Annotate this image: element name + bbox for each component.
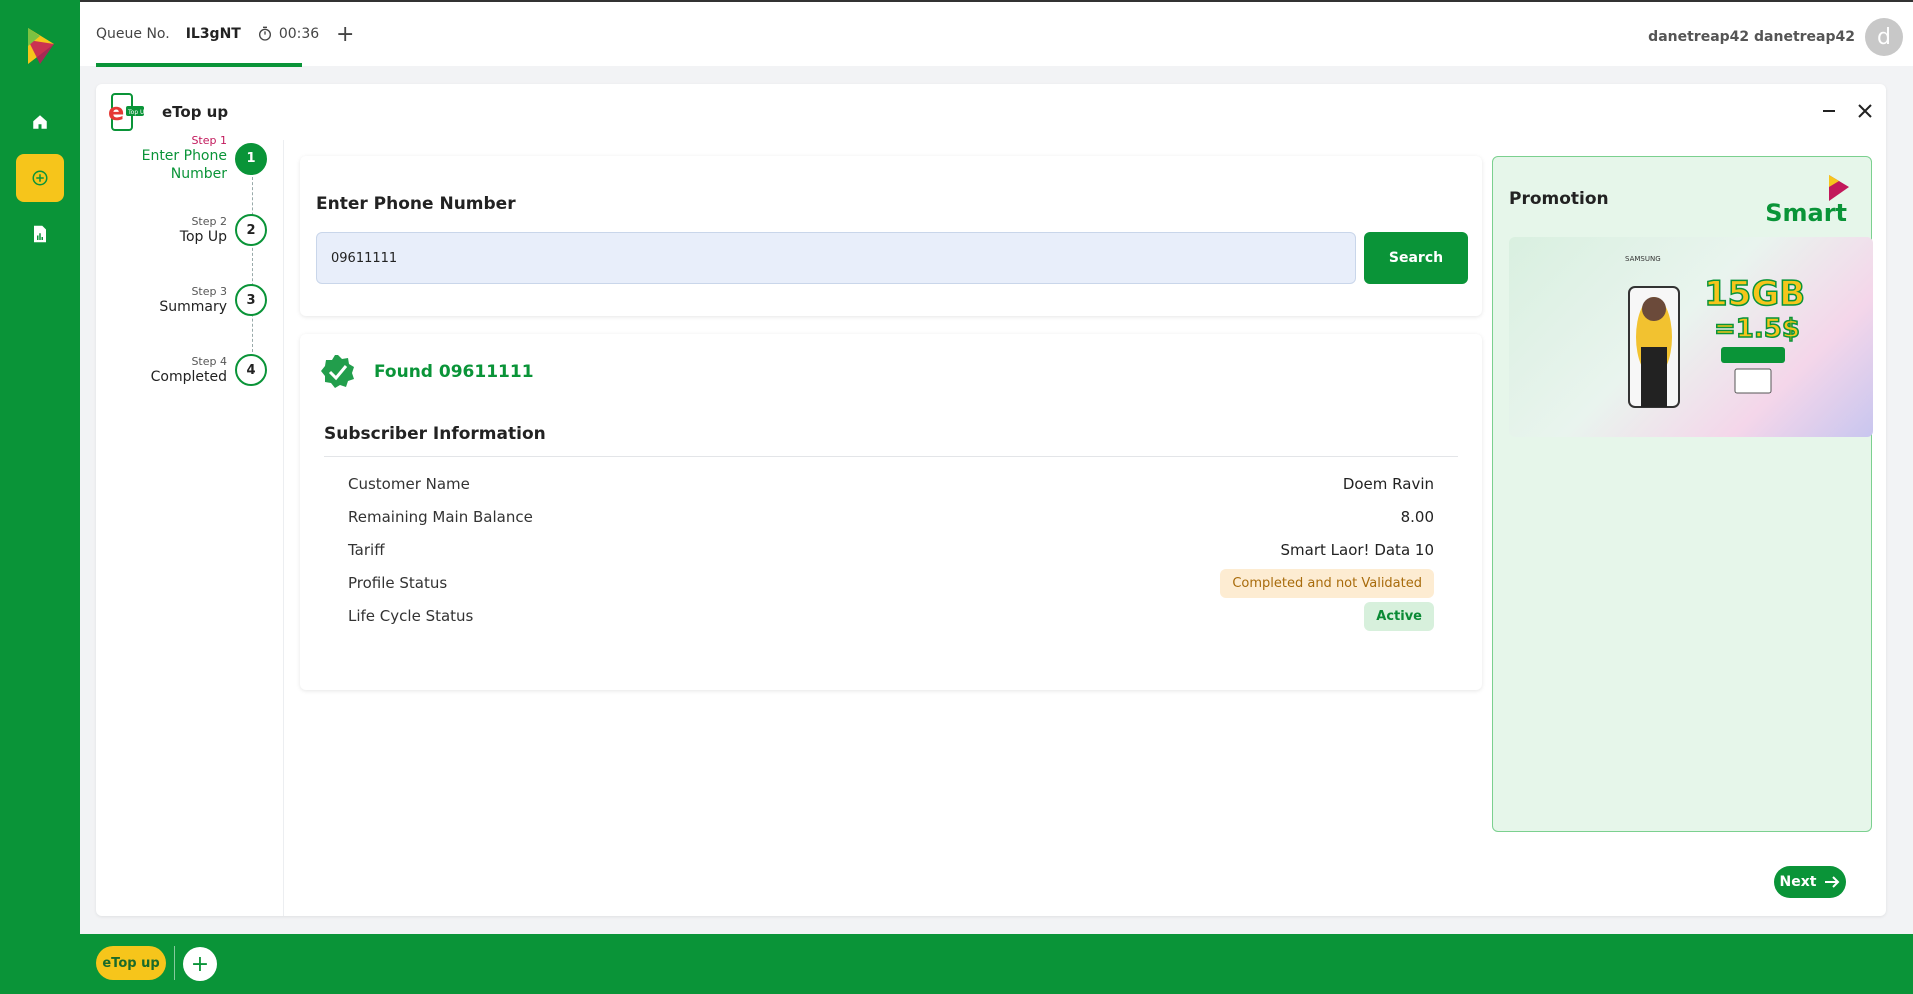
status-badge: Completed and not Validated [1220, 568, 1434, 598]
step-indicator: 1 [235, 142, 267, 175]
step-number: Step 1 [191, 134, 227, 147]
avatar: d [1865, 18, 1903, 56]
close-icon [1858, 104, 1872, 118]
add-task-button[interactable]: + [183, 947, 217, 981]
banner-price: =1.5$ [1714, 314, 1800, 344]
banner-headline: 15GB [1704, 274, 1805, 314]
window-header: e Top Up eTop up [106, 92, 228, 132]
window-title: eTop up [162, 103, 229, 121]
info-label: Tariff [348, 541, 385, 559]
home-icon [33, 115, 47, 129]
step-4[interactable]: Step 4 Completed 4 [151, 354, 267, 386]
info-label: Profile Status [348, 574, 448, 592]
phone-heading: Enter Phone Number [316, 194, 516, 214]
found-status: Found 09611111 [320, 354, 534, 390]
info-row-tariff: Tariff Smart Laor! Data 10 [348, 538, 1434, 562]
step-2[interactable]: Step 2 Top Up 2 [180, 214, 267, 246]
step-indicator: 2 [235, 214, 267, 246]
info-label: Customer Name [348, 475, 470, 493]
user-menu[interactable]: danetreap42 danetreap42 d [1648, 18, 1903, 56]
search-button[interactable]: Search [1364, 232, 1468, 284]
stepper-connector [252, 172, 253, 352]
step-3[interactable]: Step 3 Summary 3 [159, 284, 267, 316]
queue-label: Queue No. [96, 26, 170, 42]
promotion-banner[interactable]: SAMSUNG 15GB =1.5$ [1509, 237, 1873, 437]
info-value: Doem Ravin [1342, 475, 1434, 493]
step-label: Summary [159, 298, 227, 315]
verified-check-icon [321, 355, 354, 388]
found-text: Found 09611111 [374, 362, 534, 382]
step-number: Step 3 [191, 284, 227, 298]
queue-timer: 00:36 [257, 26, 319, 42]
info-value: Smart Laor! Data 10 [1280, 541, 1435, 559]
info-row-balance: Remaining Main Balance 8.00 [348, 505, 1434, 529]
info-value: 8.00 [1400, 508, 1434, 526]
username: danetreap42 danetreap42 [1648, 29, 1855, 45]
step-indicator: 4 [235, 354, 267, 386]
info-row-profile-status: Profile Status Completed and not Validat… [348, 568, 1434, 598]
stepper: Step 1 Enter Phone Number 1 Step 2 Top U… [96, 134, 284, 916]
nav-new-transaction-button[interactable] [16, 154, 64, 202]
etopup-app-icon: e Top Up [108, 93, 146, 131]
promotion-panel: Promotion Smart SAMSUNG 15GB =1.5$ [1492, 156, 1873, 832]
status-badge: Active [1364, 601, 1434, 631]
add-queue-button[interactable]: + [336, 22, 354, 47]
step-label: Enter Phone [141, 148, 227, 164]
banner-samsung: SAMSUNG [1625, 255, 1661, 263]
task-tab-etopup[interactable]: eTop up [96, 946, 166, 980]
info-label: Remaining Main Balance [348, 508, 533, 526]
plus-icon: + [336, 22, 355, 47]
brand-logo-icon [28, 28, 54, 64]
arrow-right-icon [1825, 876, 1840, 888]
taskbar-divider [174, 946, 175, 980]
next-button[interactable]: Next [1774, 866, 1846, 898]
add-circle-icon [32, 170, 48, 186]
nav-report-button[interactable] [16, 210, 64, 258]
step-label-line2: Number [170, 166, 227, 182]
svg-text:e: e [108, 98, 124, 126]
promotion-title: Promotion [1509, 189, 1609, 209]
etopup-window: e Top Up eTop up Step 1 Enter Phone Numb… [96, 84, 1886, 916]
nav-home-button[interactable] [16, 98, 64, 146]
step-number: Step 4 [191, 354, 227, 368]
plus-icon: + [190, 951, 210, 977]
timer-icon [258, 26, 271, 41]
divider [324, 456, 1458, 457]
report-icon [34, 225, 46, 243]
step-number: Step 2 [191, 214, 227, 228]
step-1[interactable]: Step 1 Enter Phone Number 1 [142, 134, 267, 183]
info-row-customer-name: Customer Name Doem Ravin [348, 472, 1434, 496]
step-label: Completed [150, 368, 227, 385]
taskbar: eTop up + [0, 934, 1913, 994]
phone-number-input[interactable] [316, 232, 1356, 284]
subscriber-result-panel: Found 09611111 Subscriber Information Cu… [300, 334, 1482, 690]
top-bar: Queue No. IL3gNT 00:36 + danetreap42 dan… [80, 0, 1913, 67]
step-label: Top Up [179, 228, 227, 245]
phone-number-panel: Enter Phone Number Search [300, 156, 1482, 316]
queue-info[interactable]: Queue No. IL3gNT 00:36 [96, 26, 319, 42]
brand-name: Smart [1765, 199, 1847, 227]
next-label: Next [1779, 874, 1817, 890]
left-rail [0, 0, 80, 960]
subscriber-info-title: Subscriber Information [324, 424, 546, 444]
info-label: Life Cycle Status [348, 607, 474, 625]
info-row-lifecycle-status: Life Cycle Status Active [348, 601, 1434, 631]
timer-value: 00:36 [278, 26, 320, 42]
minimize-icon [1823, 110, 1835, 112]
minimize-button[interactable] [1822, 102, 1836, 123]
svg-text:Top Up: Top Up [127, 109, 146, 116]
queue-number: IL3gNT [185, 26, 241, 42]
step-indicator: 3 [235, 284, 267, 316]
close-button[interactable] [1858, 102, 1872, 123]
promotion-banner-art: SAMSUNG 15GB =1.5$ [1625, 255, 1806, 408]
active-tab-indicator [96, 63, 302, 67]
